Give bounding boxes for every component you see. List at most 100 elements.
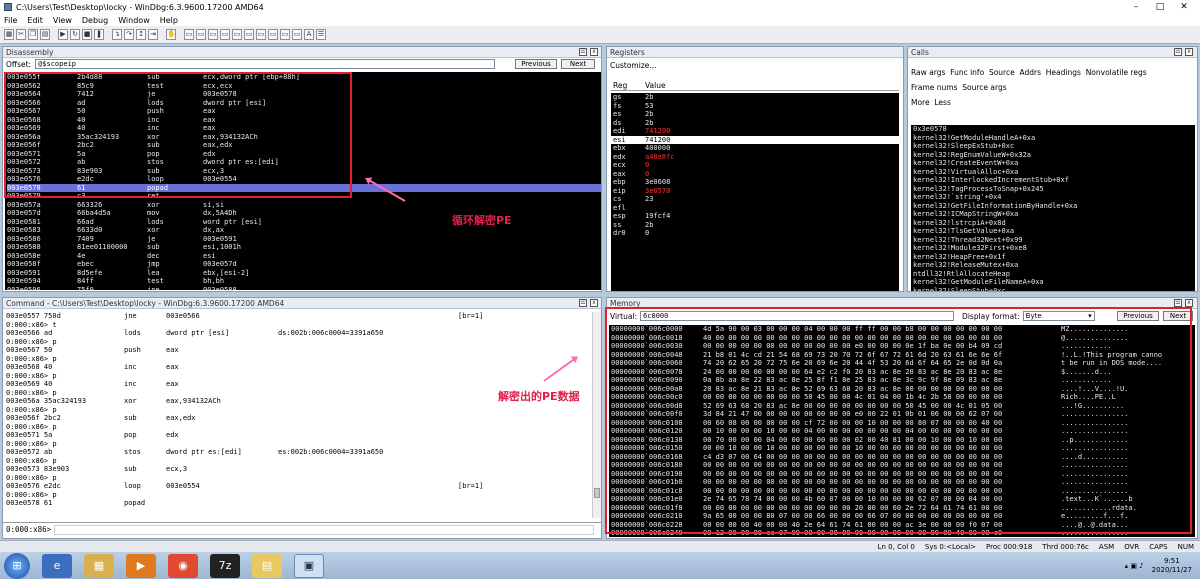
cut-icon[interactable]: ✂ (16, 29, 26, 40)
call-frame[interactable]: kernel32!ReleaseMutex+0xa (913, 261, 1195, 270)
register-row[interactable]: edi 741200 (611, 127, 899, 136)
break-icon[interactable]: ❚ (94, 29, 104, 40)
menu-debug[interactable]: Debug (82, 16, 108, 25)
register-row[interactable]: efl (611, 204, 899, 213)
source-args-option[interactable]: Source args (962, 83, 1006, 92)
offset-input[interactable]: @$scopeip (35, 59, 496, 69)
register-row[interactable]: eax 0 (611, 170, 899, 179)
disasm-line[interactable]: 003e0586 7409 je 003e0591 (7, 235, 601, 244)
registers-window-icon[interactable]: ▭ (220, 29, 230, 40)
open-file-icon[interactable]: ▦ (4, 29, 14, 40)
tray-icons[interactable]: ▴ ▣ ♪ (1125, 562, 1144, 570)
call-frame[interactable]: kernel32!SleepExStub+0xc (913, 142, 1195, 151)
call-frame[interactable]: kernel32!GetModuleHandleA+0xa (913, 134, 1195, 143)
customize-link[interactable]: Customize... (610, 61, 657, 70)
disasm-line[interactable]: 003e0583 6633d0 xor dx,ax (7, 226, 601, 235)
raw-args-option[interactable]: Raw args (911, 68, 945, 77)
call-frame[interactable]: kernel32!ICMapStringW+0xa (913, 210, 1195, 219)
clock[interactable]: 9:51 2020/11/27 (1152, 557, 1192, 575)
window-menu-icon[interactable]: ☰ (1174, 299, 1182, 307)
register-row[interactable]: edx a48e8fc (611, 153, 899, 162)
file-explorer-icon[interactable]: ▦ (84, 553, 114, 578)
call-frame[interactable]: kernel32!HeapFree+0x1f (913, 253, 1195, 262)
window-menu-icon[interactable]: ☰ (1174, 48, 1182, 56)
register-row[interactable]: fs 53 (611, 102, 899, 111)
stop-icon[interactable]: ■ (82, 29, 92, 40)
locals-window-icon[interactable]: ▭ (208, 29, 218, 40)
less-option[interactable]: Less (934, 98, 950, 107)
go-icon[interactable]: ▶ (58, 29, 68, 40)
processes-window-icon[interactable]: ▭ (280, 29, 290, 40)
window-menu-icon[interactable]: ☰ (579, 48, 587, 56)
call-frame[interactable]: kernel32!RegEnumValueW+0x32a (913, 151, 1195, 160)
run-to-cursor-icon[interactable]: ⇥ (148, 29, 158, 40)
close-pane-icon[interactable]: x (1185, 48, 1193, 56)
call-frame[interactable]: kernel32!SleepStub+0xc (913, 287, 1195, 292)
register-row[interactable]: es 2b (611, 110, 899, 119)
breakpoint-icon[interactable]: ✋ (166, 29, 176, 40)
frame-nums-option[interactable]: Frame nums (911, 83, 957, 92)
close-pane-icon[interactable]: x (590, 48, 598, 56)
folder-icon[interactable]: ▤ (252, 553, 282, 578)
restart-icon[interactable]: ↻ (70, 29, 80, 40)
maximize-icon[interactable]: □ (1150, 1, 1170, 12)
call-frame[interactable]: ntdll32!RtlAllocateHeap (913, 270, 1195, 279)
scrollbar-thumb[interactable] (594, 488, 600, 498)
scratch-pad-icon[interactable]: ▭ (268, 29, 278, 40)
register-row[interactable]: ds 2b (611, 119, 899, 128)
command-input[interactable] (54, 524, 595, 535)
copy-icon[interactable]: ❐ (28, 29, 38, 40)
call-frame[interactable]: kernel32!InterlockedIncrementStub+0xf (913, 176, 1195, 185)
call-stack-list[interactable]: 0x3e0578 kernel32!GetModuleHandleA+0xa ker… (911, 125, 1195, 291)
nonvolatile-regs-option[interactable]: Nonvolatile regs (1086, 68, 1147, 77)
disassembly-window-icon[interactable]: ▭ (256, 29, 266, 40)
menu-file[interactable]: File (4, 16, 17, 25)
register-row[interactable]: ecx 0 (611, 161, 899, 170)
call-frame[interactable]: kernel32!TlsGetValue+0xa (913, 227, 1195, 236)
call-frame[interactable]: kernel32!GetModuleFileNameA+0xa (913, 278, 1195, 287)
close-icon[interactable]: ✕ (1174, 1, 1194, 12)
watch-window-icon[interactable]: ▭ (196, 29, 206, 40)
addrs-option[interactable]: Addrs (1019, 68, 1041, 77)
register-row[interactable]: dr0 0 (611, 229, 899, 238)
register-row[interactable]: eip 3e0578 (611, 187, 899, 196)
disasm-line[interactable]: 003e0596 75f0 jne 003e0588 (7, 286, 601, 291)
more-option[interactable]: More (911, 98, 930, 107)
minimize-icon[interactable]: – (1126, 1, 1146, 12)
disasm-line[interactable]: 003e0591 8d5efe lea ebx,[esi-2] (7, 269, 601, 278)
call-frame[interactable]: kernel32!Module32First+0xe8 (913, 244, 1195, 253)
menu-edit[interactable]: Edit (27, 16, 43, 25)
window-menu-icon[interactable]: ☰ (579, 299, 587, 307)
call-frame[interactable]: kernel32!VirtualAlloc+0xa (913, 168, 1195, 177)
register-row[interactable]: ebp 3e0608 (611, 178, 899, 187)
call-stack-window-icon[interactable]: ▭ (244, 29, 254, 40)
menu-window[interactable]: Window (118, 16, 150, 25)
source-option[interactable]: Source (989, 68, 1015, 77)
register-row[interactable]: ebx 400000 (611, 144, 899, 153)
paste-icon[interactable]: ▤ (40, 29, 50, 40)
func-info-option[interactable]: Func info (950, 68, 984, 77)
disasm-line[interactable]: 003e0588 81ee01100000 sub esi,1001h (7, 243, 601, 252)
menu-help[interactable]: Help (160, 16, 178, 25)
start-orb-icon[interactable]: ⊞ (4, 552, 30, 579)
source-mode-icon[interactable]: ▭ (292, 29, 302, 40)
menu-view[interactable]: View (53, 16, 72, 25)
register-row[interactable]: esi 741200 (611, 135, 899, 144)
register-row[interactable]: cs 23 (611, 195, 899, 204)
register-row[interactable]: ss 2b (611, 221, 899, 230)
disasm-line[interactable]: 003e057a 663326 xor si,si (7, 201, 601, 210)
call-frame[interactable]: kernel32!Thread32Next+0x99 (913, 236, 1195, 245)
command-window-icon[interactable]: ▭ (184, 29, 194, 40)
disasm-line[interactable]: 003e058f ebec jmp 003e057d (7, 260, 601, 269)
call-frame[interactable]: kernel32!`string'+0x4 (913, 193, 1195, 202)
step-into-icon[interactable]: ↴ (112, 29, 122, 40)
registers-list[interactable]: gs 2b fs 53 es 2b ds 2b edi 741200 esi 741200 ebx 400… (611, 93, 899, 291)
headings-option[interactable]: Headings (1046, 68, 1081, 77)
call-frame[interactable]: 0x3e0578 (913, 125, 1195, 134)
register-row[interactable]: esp 19fcf4 (611, 212, 899, 221)
disasm-line[interactable]: 003e0594 84ff test bh,bh (7, 277, 601, 286)
next-button[interactable]: Next (561, 59, 595, 69)
chrome-icon[interactable]: ◉ (168, 553, 198, 578)
font-icon[interactable]: A (304, 29, 314, 40)
internet-explorer-icon[interactable]: e (42, 553, 72, 578)
